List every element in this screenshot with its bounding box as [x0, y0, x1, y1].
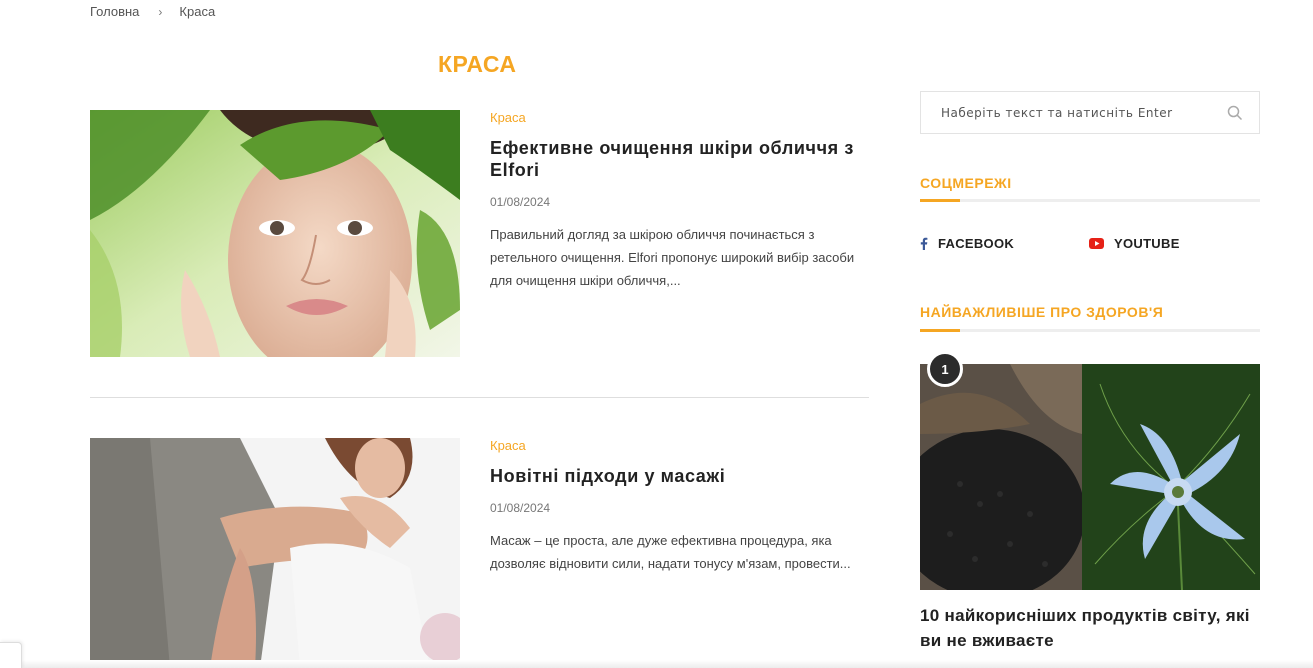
- corner-widget[interactable]: [0, 642, 22, 668]
- youtube-link[interactable]: YOUTUBE: [1089, 236, 1180, 251]
- massage-photo: [90, 438, 460, 668]
- post-thumbnail[interactable]: [90, 438, 460, 668]
- post-category-link[interactable]: Краса: [490, 438, 875, 453]
- post-excerpt: Масаж – це проста, але дуже ефективна пр…: [490, 533, 851, 571]
- rank-badge: 1: [927, 351, 963, 387]
- search-input[interactable]: [921, 92, 1211, 133]
- breadcrumb-home-link[interactable]: Головна: [90, 4, 139, 19]
- search-box: [920, 91, 1260, 134]
- post-category-link[interactable]: Краса: [490, 110, 875, 125]
- breadcrumb-current: Краса: [179, 4, 216, 19]
- popular-widget-title: НАЙВАЖЛИВІШЕ ПРО ЗДОРОВ'Я: [920, 304, 1164, 320]
- post-title[interactable]: Ефективне очищення шкіри обличчя з Elfor…: [490, 137, 875, 181]
- post-thumbnail[interactable]: [90, 110, 460, 357]
- popular-widget-underline: [920, 329, 1260, 332]
- post-excerpt: Правильний догляд за шкірою обличчя почи…: [490, 227, 855, 288]
- search-icon[interactable]: [1227, 105, 1243, 121]
- post-divider: [90, 397, 869, 398]
- page-title: КРАСА: [438, 51, 517, 77]
- black-seed-flower-photo: [920, 364, 1260, 590]
- facebook-icon: [920, 237, 928, 250]
- post-card: Краса Новітні підходи у масажі 01/08/202…: [90, 438, 869, 668]
- post-date: 01/08/2024: [490, 501, 551, 515]
- page-bottom-edge: [0, 660, 1313, 668]
- facebook-link[interactable]: FACEBOOK: [920, 236, 1014, 251]
- post-card: Краса Ефективне очищення шкіри обличчя з…: [90, 110, 869, 357]
- social-widget-underline: [920, 199, 1260, 202]
- youtube-icon: [1089, 238, 1104, 249]
- facebook-label: FACEBOOK: [938, 236, 1015, 251]
- breadcrumb-separator: ›: [158, 4, 163, 19]
- popular-post-thumbnail[interactable]: [920, 364, 1260, 590]
- popular-post-title[interactable]: 10 найкорисніших продуктів світу, які ви…: [920, 603, 1265, 653]
- breadcrumb: Головна › Краса: [90, 4, 215, 19]
- social-widget-title: СОЦМЕРЕЖІ: [920, 175, 1012, 191]
- face-care-photo: [90, 110, 460, 357]
- post-title[interactable]: Новітні підходи у масажі: [490, 465, 875, 487]
- post-date: 01/08/2024: [490, 195, 551, 209]
- youtube-label: YOUTUBE: [1114, 236, 1180, 251]
